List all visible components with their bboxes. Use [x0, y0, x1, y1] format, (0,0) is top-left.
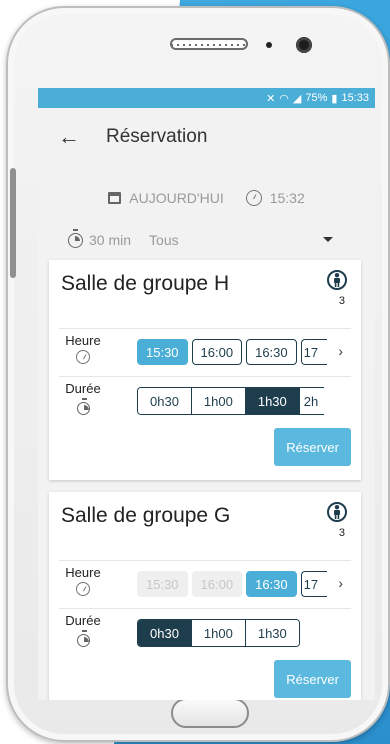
status-bar: ✕ ◠ ◢ 75% ▮ 15:33 — [38, 88, 375, 108]
mute-icon: ✕ — [266, 92, 276, 105]
time-row-label: Heure — [63, 333, 103, 364]
time-slot[interactable]: 16:30 — [246, 571, 297, 597]
duration-row-label: Durée — [63, 613, 103, 647]
phone-frame: ✕ ◠ ◢ 75% ▮ 15:33 ← Réservation AUJOURD'… — [6, 6, 390, 742]
wifi-icon: ◠ — [279, 92, 289, 105]
status-time: 15:33 — [341, 92, 369, 104]
duration-option[interactable]: 0h30 — [138, 620, 192, 646]
time-slot: 16:00 — [191, 571, 243, 597]
room-capacity: 3 — [338, 295, 345, 307]
duration-segmented: 0h30 1h00 1h30 2h — [137, 387, 324, 415]
time-selector[interactable]: 15:32 — [270, 190, 305, 206]
date-time-filter: AUJOURD'HUI 15:32 — [38, 176, 375, 220]
duree-label: Durée — [65, 381, 101, 396]
heure-label: Heure — [65, 333, 101, 348]
duration-option[interactable]: 2h — [299, 388, 324, 414]
time-slot[interactable]: 17 — [300, 571, 327, 597]
time-row: Heure 15:30 16:00 16:30 17 › — [59, 328, 351, 377]
room-name: Salle de groupe H — [61, 272, 230, 295]
timer-icon — [68, 228, 83, 248]
chevron-right-icon[interactable]: › — [338, 575, 343, 591]
calendar-icon — [108, 192, 122, 204]
time-slot: 15:30 — [137, 571, 188, 597]
time-slots: 15:30 16:00 16:30 17 — [137, 571, 327, 599]
person-icon — [327, 502, 347, 522]
time-slot[interactable]: 16:30 — [246, 339, 297, 365]
app-bar: ← Réservation — [38, 108, 375, 166]
dropdown-arrow-icon[interactable] — [323, 237, 333, 242]
time-slots: 15:30 16:00 16:30 17 — [137, 339, 327, 367]
duration-option[interactable]: 1h30 — [245, 620, 299, 646]
timer-icon — [76, 398, 90, 415]
clock-icon — [76, 350, 90, 364]
app-screen: ✕ ◠ ◢ 75% ▮ 15:33 ← Réservation AUJOURD'… — [38, 88, 375, 700]
time-row: Heure 15:30 16:00 16:30 17 › — [59, 560, 351, 609]
battery-icon: ▮ — [331, 92, 338, 105]
duree-label: Durée — [65, 613, 101, 628]
person-icon — [327, 270, 347, 290]
type-selector[interactable]: Tous — [149, 232, 179, 248]
back-arrow-icon[interactable]: ← — [58, 124, 80, 150]
duration-option[interactable]: 1h30 — [245, 388, 300, 414]
reserve-button[interactable]: Réserver — [274, 660, 351, 698]
front-camera — [296, 37, 312, 53]
clock-icon — [245, 190, 262, 206]
room-card: Salle de groupe G 3 Heure 15:30 16:00 16… — [49, 492, 361, 700]
duration-selector[interactable]: 30 min — [89, 232, 131, 248]
duration-row: Durée 0h30 1h00 1h30 — [59, 608, 351, 657]
timer-icon — [76, 630, 90, 647]
battery-level: 75% — [305, 92, 328, 104]
duration-row-label: Durée — [63, 381, 103, 415]
proximity-sensor — [266, 42, 272, 48]
clock-icon — [76, 582, 90, 596]
reserve-button[interactable]: Réserver — [274, 428, 351, 466]
chevron-right-icon[interactable]: › — [338, 343, 343, 359]
side-button — [10, 168, 16, 278]
time-slot[interactable]: 17 — [300, 339, 327, 365]
time-slot[interactable]: 15:30 — [137, 339, 188, 365]
heure-label: Heure — [65, 565, 101, 580]
duration-segmented: 0h30 1h00 1h30 — [137, 619, 300, 647]
time-slot[interactable]: 16:00 — [191, 339, 243, 365]
room-capacity: 3 — [338, 527, 345, 539]
time-row-label: Heure — [63, 565, 103, 596]
duration-option[interactable]: 1h00 — [191, 620, 246, 646]
duration-type-filter: 30 min Tous — [38, 220, 375, 260]
room-name: Salle de groupe G — [61, 504, 231, 527]
speaker-grille — [170, 38, 248, 50]
duration-option[interactable]: 0h30 — [138, 388, 192, 414]
duration-option[interactable]: 1h00 — [191, 388, 246, 414]
duration-row: Durée 0h30 1h00 1h30 2h — [59, 376, 351, 425]
date-selector[interactable]: AUJOURD'HUI — [129, 190, 223, 206]
room-card: Salle de groupe H 3 Heure 15:30 16:00 16… — [49, 260, 361, 480]
filters: AUJOURD'HUI 15:32 30 min Tous — [38, 176, 375, 260]
signal-icon: ◢ — [292, 92, 302, 105]
page-title: Réservation — [106, 126, 208, 147]
home-button[interactable] — [171, 698, 249, 728]
